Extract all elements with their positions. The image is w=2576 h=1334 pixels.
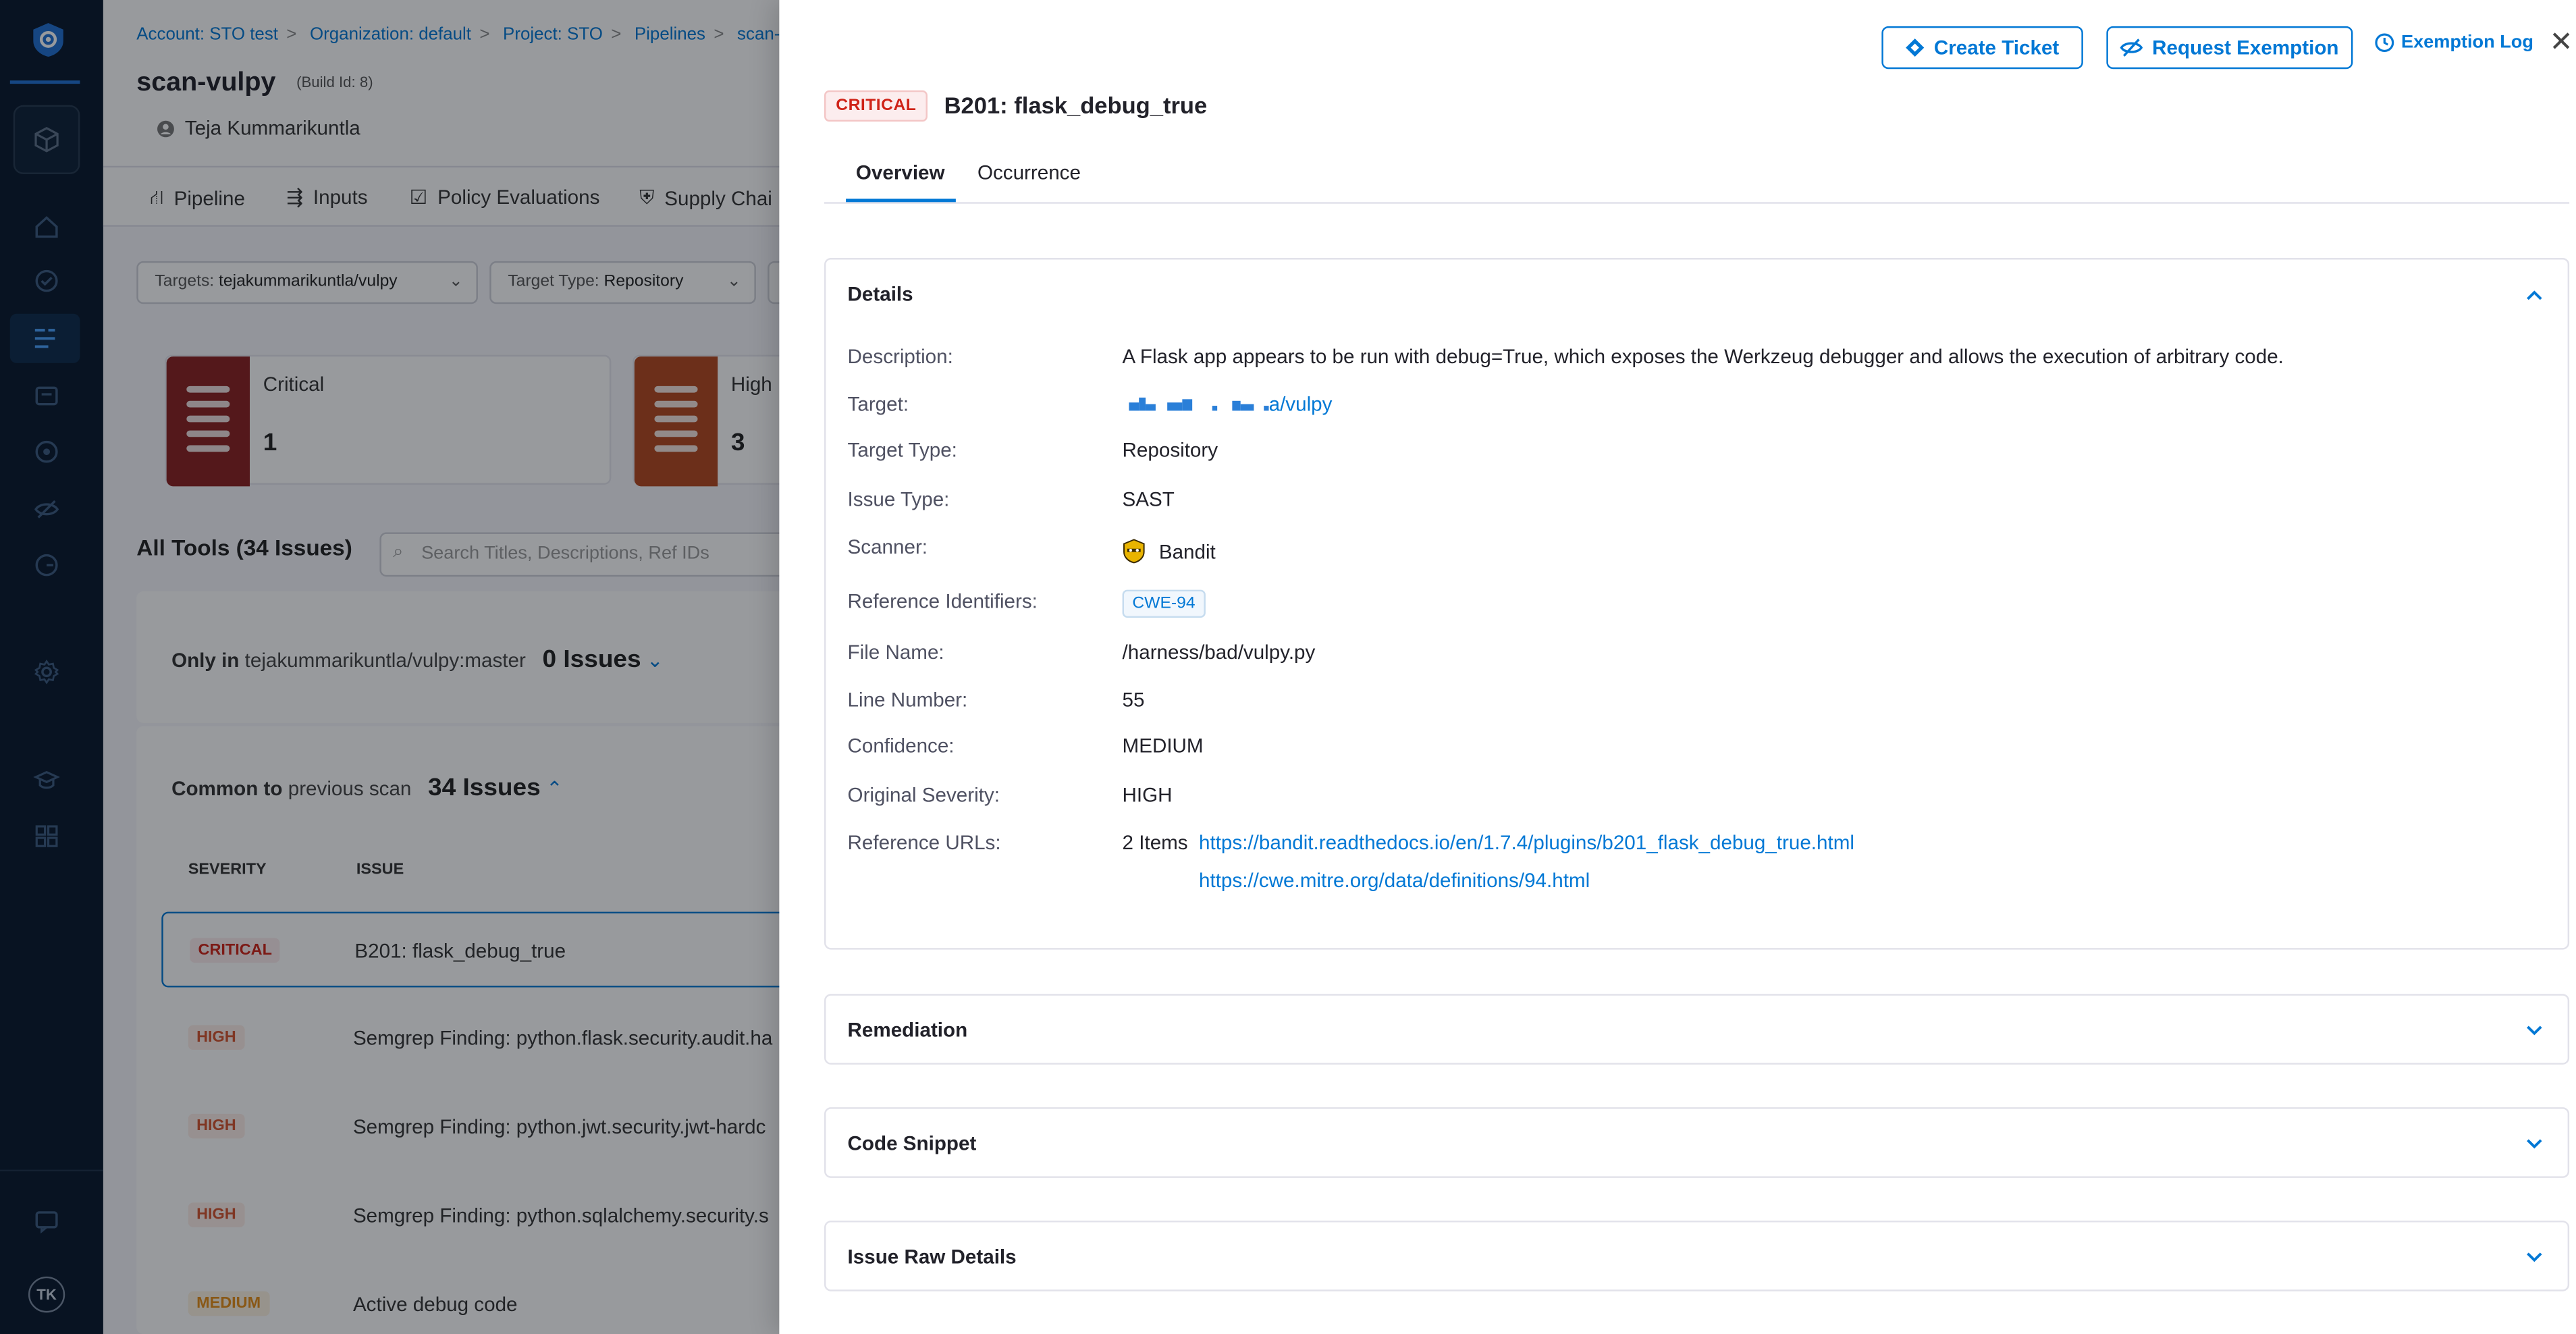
description-value: A Flask app appears to be run with debug… — [1122, 345, 2284, 369]
create-ticket-button[interactable]: Create Ticket — [1881, 26, 2083, 70]
issue-details-drawer: Create Ticket Request Exemption Exemptio… — [779, 0, 2576, 1334]
exemption-log-button[interactable]: Exemption Log — [2375, 33, 2533, 53]
reference-url-link[interactable]: https://bandit.readthedocs.io/en/1.7.4/p… — [1199, 831, 1854, 854]
drawer-backdrop[interactable] — [0, 0, 780, 1334]
ticket-diamond-icon — [1906, 38, 1925, 57]
redacted-target-pixels — [1129, 397, 1269, 410]
active-tab-indicator — [846, 198, 956, 203]
request-exemption-button[interactable]: Request Exemption — [2106, 26, 2353, 70]
clock-icon — [2375, 33, 2394, 53]
tab-overview[interactable]: Overview — [856, 161, 945, 184]
reference-url-link[interactable]: https://cwe.mitre.org/data/definitions/9… — [1199, 869, 1590, 892]
issue-title: B201: flask_debug_true — [944, 92, 1208, 119]
code-snippet-section[interactable]: Code Snippet — [824, 1107, 2570, 1178]
bandit-logo-icon — [1123, 539, 1145, 564]
tab-occurrence[interactable]: Occurrence — [977, 161, 1081, 184]
details-section: Details Description: A Flask app appears… — [824, 258, 2570, 950]
cwe-tag[interactable]: CWE-94 — [1122, 589, 1206, 618]
target-link[interactable]: a/vulpy — [1123, 393, 1332, 416]
chevron-down-icon[interactable] — [2525, 1247, 2545, 1266]
close-icon[interactable]: ✕ — [2550, 27, 2576, 57]
issue-raw-details-section[interactable]: Issue Raw Details — [824, 1221, 2570, 1291]
chevron-up-icon[interactable] — [2525, 286, 2545, 305]
chevron-down-icon[interactable] — [2525, 1133, 2545, 1153]
severity-badge: CRITICAL — [824, 90, 928, 122]
reference-urls-count: 2 Items — [1122, 831, 1188, 855]
app-root: TK ▶ Account: STO test> Organization: de… — [0, 0, 2576, 1334]
eye-slash-icon — [2120, 38, 2144, 57]
details-heading[interactable]: Details — [848, 283, 913, 306]
remediation-section[interactable]: Remediation — [824, 994, 2570, 1065]
chevron-down-icon[interactable] — [2525, 1020, 2545, 1040]
drawer-tabs: Overview Occurrence — [824, 158, 2570, 204]
